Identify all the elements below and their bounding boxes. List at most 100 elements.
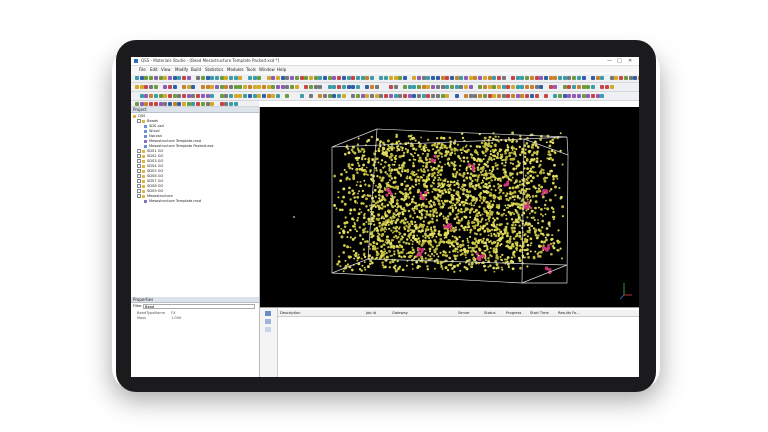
toolbar-button-icon[interactable] <box>304 85 309 89</box>
toolbar-button-icon[interactable] <box>139 101 144 106</box>
toolbar-button-icon[interactable] <box>351 94 356 98</box>
toolbar-button-icon[interactable] <box>623 76 628 80</box>
toolbar-button-icon[interactable] <box>182 101 186 106</box>
toolbar-button-icon[interactable] <box>186 94 191 98</box>
toolbar-button-icon[interactable] <box>323 94 327 98</box>
toolbar-button-icon[interactable] <box>370 85 374 89</box>
toolbar-button-icon[interactable] <box>332 94 337 98</box>
toolbar-button-icon[interactable] <box>553 76 558 80</box>
expand-icon[interactable] <box>137 164 141 168</box>
toolbar-button-icon[interactable] <box>445 76 450 80</box>
toolbar-button-icon[interactable] <box>318 94 323 98</box>
toolbar-button-icon[interactable] <box>290 76 295 80</box>
toolbar-button-icon[interactable] <box>219 94 224 98</box>
toolbar-button-icon[interactable] <box>308 76 313 80</box>
toolbar-button-icon[interactable] <box>153 85 158 89</box>
toolbar-button-icon[interactable] <box>370 94 374 98</box>
toolbar-button-icon[interactable] <box>163 94 168 98</box>
column-header[interactable]: Job Id <box>366 310 376 316</box>
toolbar-button-icon[interactable] <box>243 85 248 89</box>
toolbar-button-icon[interactable] <box>384 94 389 98</box>
toolbar-button-icon[interactable] <box>200 101 205 106</box>
toolbar-button-icon[interactable] <box>163 101 168 106</box>
toolbar-button-icon[interactable] <box>590 76 595 80</box>
toolbar-button-icon[interactable] <box>153 94 158 98</box>
toolbar-button-icon[interactable] <box>600 85 605 89</box>
minimize-button[interactable]: — <box>607 57 612 65</box>
toolbar-button-icon[interactable] <box>233 76 238 80</box>
toolbar-button-icon[interactable] <box>261 85 266 89</box>
toolbar-button-icon[interactable] <box>431 94 436 98</box>
toolbar-button-icon[interactable] <box>341 85 346 89</box>
toolbar-button-icon[interactable] <box>318 76 323 80</box>
toolbar-button-icon[interactable] <box>229 94 233 98</box>
toolbar-button-icon[interactable] <box>186 85 191 89</box>
toolbar-button-icon[interactable] <box>412 94 417 98</box>
toolbar-button-icon[interactable] <box>200 85 205 89</box>
toolbar-button-icon[interactable] <box>600 94 605 98</box>
toolbar-button-icon[interactable] <box>219 101 224 106</box>
toolbar-button-icon[interactable] <box>135 101 139 106</box>
toolbar-button-icon[interactable] <box>501 85 506 89</box>
toolbar-button-icon[interactable] <box>407 94 412 98</box>
menu-file[interactable]: File <box>139 66 146 73</box>
toolbar-button-icon[interactable] <box>280 76 285 80</box>
toolbar-button-icon[interactable] <box>525 76 530 80</box>
toolbar-button-icon[interactable] <box>327 76 332 80</box>
expand-icon[interactable] <box>137 169 141 173</box>
toolbar-button-icon[interactable] <box>332 76 337 80</box>
menu-help[interactable]: Help <box>277 66 286 73</box>
view-results-icon[interactable] <box>265 327 271 332</box>
toolbar-button-icon[interactable] <box>473 76 478 80</box>
toolbar-button-icon[interactable] <box>398 94 403 98</box>
toolbar-button-icon[interactable] <box>426 76 431 80</box>
toolbar-button-icon[interactable] <box>271 76 276 80</box>
toolbar-button-icon[interactable] <box>205 101 210 106</box>
toolbar-button-icon[interactable] <box>355 94 360 98</box>
toolbar-button-icon[interactable] <box>464 76 468 80</box>
toolbar-button-icon[interactable] <box>586 85 591 89</box>
expand-icon[interactable] <box>137 154 141 158</box>
toolbar-button-icon[interactable] <box>205 94 210 98</box>
column-header[interactable]: Description <box>280 310 300 316</box>
toolbar-button-icon[interactable] <box>294 76 299 80</box>
toolbar-button-icon[interactable] <box>478 94 483 98</box>
toolbar-button-icon[interactable] <box>421 85 426 89</box>
toolbar-button-icon[interactable] <box>144 85 149 89</box>
toolbar-button-icon[interactable] <box>482 76 487 80</box>
expand-icon[interactable] <box>137 174 141 178</box>
toolbar-button-icon[interactable] <box>224 94 229 98</box>
toolbar-button-icon[interactable] <box>454 94 459 98</box>
toolbar-button-icon[interactable] <box>313 76 318 80</box>
column-header[interactable]: Results Fo... <box>558 310 580 316</box>
toolbar-button-icon[interactable] <box>511 85 515 89</box>
toolbar-button-icon[interactable] <box>562 85 567 89</box>
menu-modify[interactable]: Modify <box>175 66 188 73</box>
toolbar-button-icon[interactable] <box>492 85 497 89</box>
toolbar-button-icon[interactable] <box>257 94 262 98</box>
menu-modules[interactable]: Modules <box>227 66 244 73</box>
toolbar-button-icon[interactable] <box>252 76 257 80</box>
toolbar-button-icon[interactable] <box>412 85 417 89</box>
toolbar-button-icon[interactable] <box>135 85 139 89</box>
toolbar-button-icon[interactable] <box>341 94 346 98</box>
toolbar-button-icon[interactable] <box>285 94 290 98</box>
toolbar-button-icon[interactable] <box>562 94 567 98</box>
toolbar-button-icon[interactable] <box>421 94 426 98</box>
toolbar-button-icon[interactable] <box>229 76 233 80</box>
tree-item[interactable]: Mesostructure Template.msd <box>144 199 201 204</box>
toolbar-button-icon[interactable] <box>308 85 313 89</box>
toolbar-button-icon[interactable] <box>191 85 196 89</box>
toolbar-button-icon[interactable] <box>506 85 511 89</box>
toolbar-button-icon[interactable] <box>252 94 257 98</box>
expand-icon[interactable] <box>137 149 141 153</box>
toolbar-button-icon[interactable] <box>346 76 351 80</box>
toolbar-button-icon[interactable] <box>464 85 468 89</box>
toolbar-button-icon[interactable] <box>196 101 201 106</box>
toolbar-button-icon[interactable] <box>172 101 177 106</box>
toolbar-button-icon[interactable] <box>271 94 276 98</box>
toolbar-button-icon[interactable] <box>487 85 492 89</box>
toolbar-button-icon[interactable] <box>468 85 473 89</box>
toolbar-button-icon[interactable] <box>435 76 440 80</box>
toolbar-button-icon[interactable] <box>548 85 553 89</box>
